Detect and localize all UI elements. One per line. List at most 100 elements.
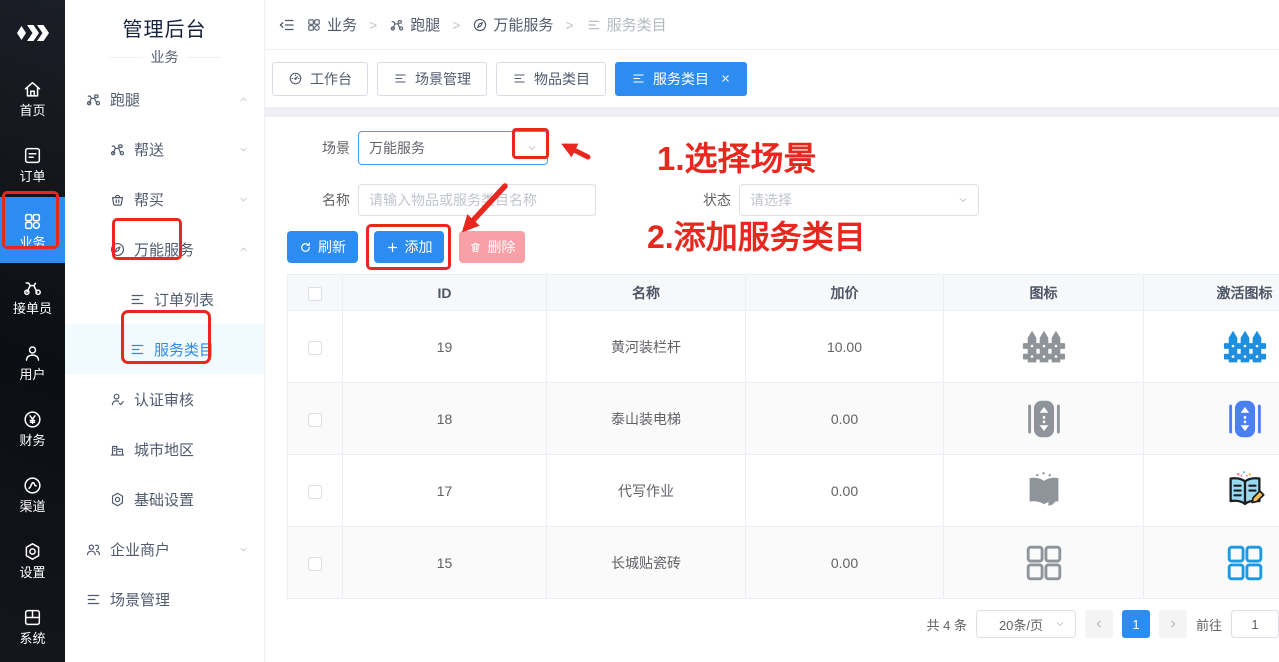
rail-item-order[interactable]: 订单 xyxy=(0,131,65,197)
grid-icon xyxy=(22,211,43,232)
goto-label: 前往 xyxy=(1196,615,1222,634)
submenu-item-企业商户[interactable]: 企业商户 xyxy=(65,524,264,574)
rail-item-grid[interactable]: 业务 xyxy=(0,197,65,263)
chevron-down-icon[interactable] xyxy=(956,193,970,207)
admin-title: 管理后台 xyxy=(65,0,264,42)
submenu-item-订单列表[interactable]: 订单列表 xyxy=(65,274,264,324)
breadcrumb-separator: > xyxy=(367,17,379,33)
row-select-cell xyxy=(288,527,343,599)
tab-工作台[interactable]: 工作台 xyxy=(272,62,368,96)
status-label: 状态 xyxy=(693,190,739,210)
submenu-item-场景管理[interactable]: 场景管理 xyxy=(65,574,264,624)
row-name-cell: 黄河装栏杆 xyxy=(547,311,746,383)
order-icon xyxy=(22,145,43,166)
breadcrumb-业务[interactable]: 业务 xyxy=(306,14,357,35)
row-id-cell: 17 xyxy=(343,455,547,527)
rail-item-rider[interactable]: 接单员 xyxy=(0,263,65,329)
prev-page-button[interactable] xyxy=(1085,610,1113,638)
next-page-button[interactable] xyxy=(1159,610,1187,638)
list-icon xyxy=(129,341,146,358)
column-header-ID: ID xyxy=(343,275,547,311)
submenu-item-城市地区[interactable]: 城市地区 xyxy=(65,424,264,474)
basket-icon xyxy=(109,191,126,208)
finance-icon xyxy=(22,409,43,430)
gear-icon xyxy=(109,491,126,508)
submenu-item-label: 订单列表 xyxy=(154,289,214,310)
page-size-value: 20条/页 xyxy=(999,615,1053,634)
refresh-button[interactable]: 刷新 xyxy=(287,231,358,263)
grid-icon xyxy=(306,17,322,33)
row-price-cell: 0.00 xyxy=(746,455,944,527)
submenu-item-服务类目[interactable]: 服务类目 xyxy=(65,324,264,374)
select-all-checkbox[interactable] xyxy=(308,287,322,301)
submenu-item-万能服务[interactable]: 万能服务 xyxy=(65,224,264,274)
row-checkbox[interactable] xyxy=(308,485,322,499)
row-checkbox[interactable] xyxy=(308,557,322,571)
row-name-cell: 代写作业 xyxy=(547,455,746,527)
scene-select[interactable]: 万能服务 xyxy=(358,131,548,165)
submenu-item-label: 跑腿 xyxy=(110,89,140,110)
submenu-item-label: 城市地区 xyxy=(134,439,194,460)
rail-item-channel[interactable]: 渠道 xyxy=(0,461,65,527)
rail-item-system[interactable]: 系统 xyxy=(0,593,65,659)
rail-item-user[interactable]: 用户 xyxy=(0,329,65,395)
chevron-down-icon[interactable] xyxy=(525,141,539,155)
breadcrumb-万能服务[interactable]: 万能服务 xyxy=(472,14,553,35)
row-checkbox[interactable] xyxy=(308,341,322,355)
status-select-placeholder: 请选择 xyxy=(750,190,792,210)
breadcrumb-items: 业务>跑腿>万能服务>服务类目 xyxy=(306,14,667,35)
submenu-item-帮送[interactable]: 帮送 xyxy=(65,124,264,174)
submenu-item-跑腿[interactable]: 跑腿 xyxy=(65,74,264,124)
submenu-item-label: 场景管理 xyxy=(110,589,170,610)
tab-物品类目[interactable]: 物品类目 xyxy=(496,62,606,96)
breadcrumb-跑腿[interactable]: 跑腿 xyxy=(389,14,440,35)
elevator-icon xyxy=(944,396,1143,442)
scene-label: 场景 xyxy=(287,138,358,158)
list-icon xyxy=(512,71,527,86)
page-number-1[interactable]: 1 xyxy=(1122,610,1150,638)
close-icon[interactable] xyxy=(720,73,731,84)
tab-场景管理[interactable]: 场景管理 xyxy=(377,62,487,96)
tab-服务类目[interactable]: 服务类目 xyxy=(615,62,747,96)
name-input[interactable] xyxy=(369,192,585,208)
caret-down-icon xyxy=(237,193,250,206)
submenu-item-认证审核[interactable]: 认证审核 xyxy=(65,374,264,424)
name-status-filter-row: 名称 状态 请选择 xyxy=(287,184,1279,216)
row-icon-cell xyxy=(944,527,1144,599)
status-select[interactable]: 请选择 xyxy=(739,184,979,216)
submenu-item-label: 认证审核 xyxy=(134,389,194,410)
row-id-cell: 18 xyxy=(343,383,547,455)
rail-item-finance[interactable]: 财务 xyxy=(0,395,65,461)
row-price-cell: 10.00 xyxy=(746,311,944,383)
rail-item-gear[interactable]: 设置 xyxy=(0,527,65,593)
delete-button[interactable]: 删除 xyxy=(459,231,525,263)
submenu-item-帮买[interactable]: 帮买 xyxy=(65,174,264,224)
column-header-图标: 图标 xyxy=(944,275,1144,311)
scooter-icon xyxy=(389,17,405,33)
submenu-item-label: 万能服务 xyxy=(134,239,194,260)
submenu-item-基础设置[interactable]: 基础设置 xyxy=(65,474,264,524)
row-checkbox[interactable] xyxy=(308,413,322,427)
trash-icon xyxy=(469,241,482,254)
content-area: 场景 万能服务 名称 状态 请选择 xyxy=(265,107,1279,662)
list-icon xyxy=(586,17,602,33)
caret-up-icon xyxy=(237,243,250,256)
table-row: 18泰山装电梯0.00 xyxy=(288,383,1279,455)
name-input-wrap xyxy=(358,184,596,216)
submenu-item-label: 企业商户 xyxy=(110,539,170,560)
rail-sidebar: 首页订单业务接单员用户财务渠道设置系统 xyxy=(0,0,65,662)
row-price-cell: 0.00 xyxy=(746,383,944,455)
goto-page-input[interactable] xyxy=(1231,610,1279,638)
add-button[interactable]: 添加 xyxy=(374,231,444,263)
tab-bar: 工作台场景管理物品类目服务类目 xyxy=(265,50,1279,107)
rail-item-home[interactable]: 首页 xyxy=(0,65,65,131)
caret-up-icon xyxy=(237,93,250,106)
fold-menu-icon[interactable] xyxy=(278,16,296,34)
app-logo[interactable] xyxy=(0,0,65,65)
page-size-select[interactable]: 20条/页 xyxy=(976,610,1076,638)
home-icon xyxy=(22,79,43,100)
row-price-cell: 0.00 xyxy=(746,527,944,599)
row-select-cell xyxy=(288,311,343,383)
compass-icon xyxy=(472,17,488,33)
dashboard-icon xyxy=(288,71,303,86)
